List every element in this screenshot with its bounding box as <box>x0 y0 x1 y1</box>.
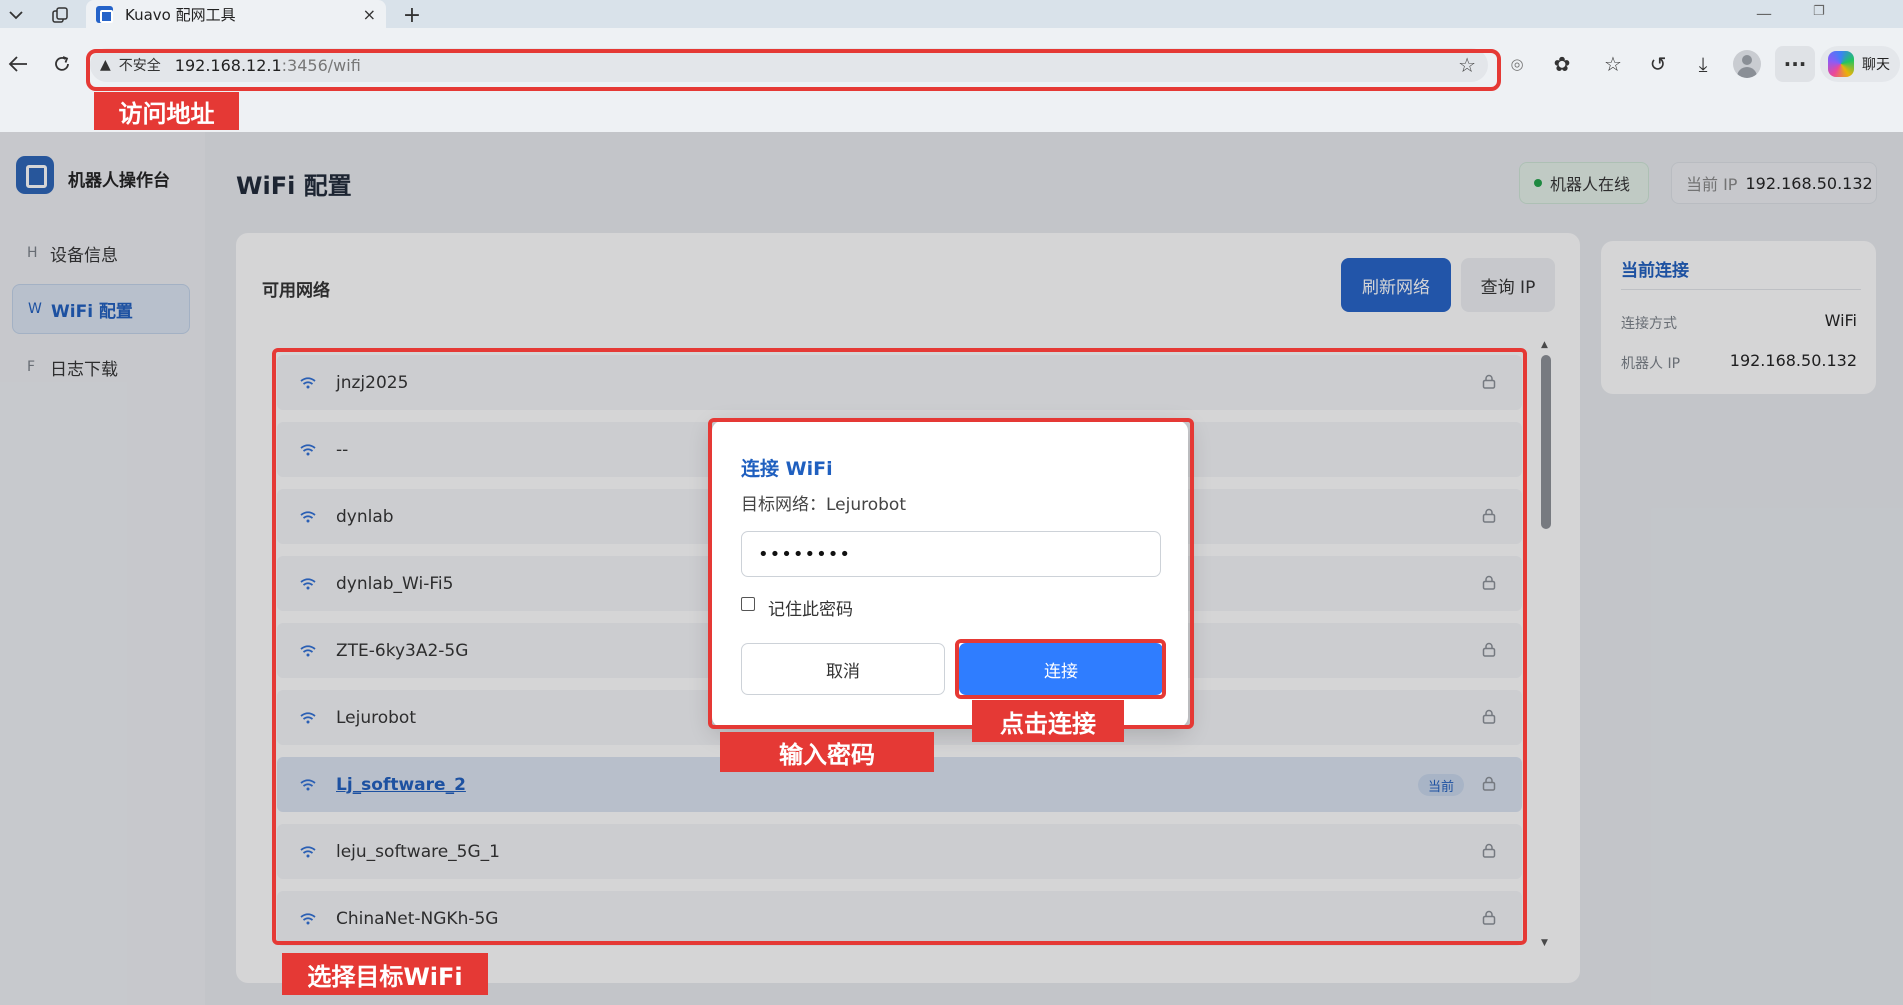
workspaces-icon <box>52 7 68 23</box>
profile-avatar[interactable] <box>1733 50 1761 78</box>
tab-list-button[interactable] <box>0 2 32 28</box>
app-favicon-icon <box>96 5 113 23</box>
arrow-left-icon <box>8 56 27 72</box>
window-restore-icon[interactable]: ❐ <box>1813 4 1825 19</box>
copilot-label: 聊天 <box>1862 57 1890 73</box>
extensions-icon[interactable]: ✿ <box>1545 46 1579 82</box>
reload-button[interactable] <box>44 46 80 82</box>
annotation-label-click-connect: 点击连接 <box>972 700 1124 742</box>
copilot-chat-button[interactable]: 聊天 <box>1820 46 1900 82</box>
workspaces-button[interactable] <box>44 2 76 28</box>
reading-mode-icon[interactable]: ◎ <box>1500 46 1534 82</box>
new-tab-button[interactable]: + <box>396 2 428 28</box>
annotation-label-enter-password: 输入密码 <box>720 732 934 772</box>
copilot-icon <box>1828 51 1854 77</box>
favorites-icon[interactable]: ☆ <box>1596 46 1630 82</box>
window-minimize-icon[interactable]: — <box>1756 4 1772 23</box>
annotation-label-address: 访问地址 <box>94 92 239 130</box>
download-icon[interactable]: ⤓ <box>1686 46 1720 82</box>
tab-close-icon[interactable]: × <box>363 5 376 24</box>
chevron-down-icon <box>9 11 23 20</box>
history-icon[interactable]: ↺ <box>1641 46 1675 82</box>
tab-title: Kuavo 配网工具 <box>125 5 236 24</box>
annotation-box-connect <box>955 639 1166 699</box>
back-button[interactable] <box>0 46 36 82</box>
annotation-box-address <box>86 49 1501 91</box>
more-menu-button[interactable]: ··· <box>1775 46 1815 82</box>
reload-icon <box>55 56 69 71</box>
annotation-label-select-wifi: 选择目标WiFi <box>282 953 488 995</box>
browser-tab-active[interactable]: Kuavo 配网工具 × <box>86 0 386 28</box>
